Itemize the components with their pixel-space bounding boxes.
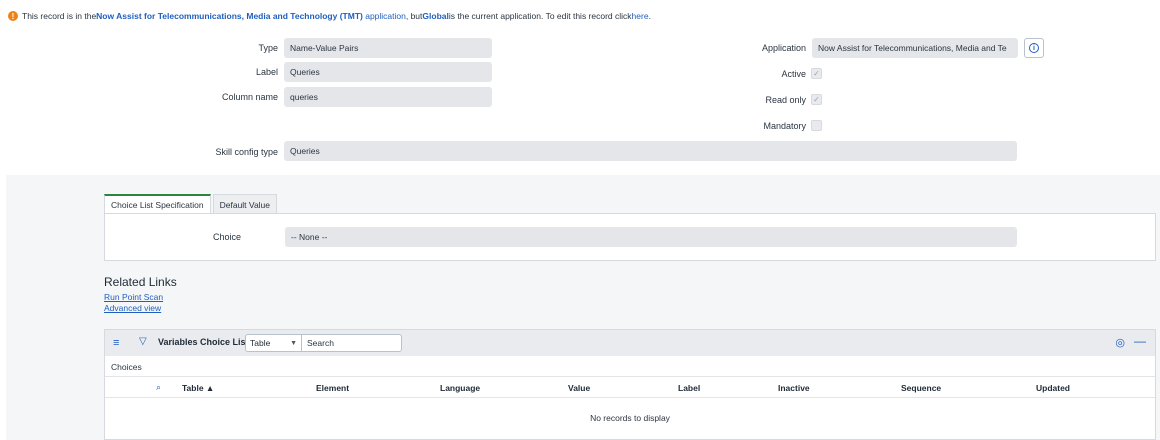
choice-field[interactable]: -- None -- [285, 227, 1017, 247]
read-only-label: Read only [765, 95, 806, 105]
run-point-scan-link[interactable]: Run Point Scan [104, 292, 163, 302]
banner-application-link[interactable]: application [365, 11, 406, 21]
gear-icon[interactable]: ◎ [1115, 336, 1125, 349]
hamburger-menu-icon[interactable]: ≡ [113, 337, 119, 349]
application-field[interactable]: Now Assist for Telecommunications, Media… [812, 38, 1018, 58]
application-label: Application [761, 43, 806, 53]
chevron-down-icon: ▼ [290, 339, 297, 347]
tab-default-value[interactable]: Default Value [212, 194, 278, 214]
column-header-updated[interactable]: Updated [1036, 383, 1070, 393]
column-header-language[interactable]: Language [440, 383, 480, 393]
choices-subheading: Choices [111, 362, 142, 372]
tab-choice-list-specification[interactable]: Choice List Specification [104, 194, 211, 214]
column-header-element[interactable]: Element [316, 383, 349, 393]
search-field-select[interactable]: Table ▼ [245, 334, 302, 352]
column-name-label: Column name [221, 92, 278, 102]
list-header: ≡ ▽ Variables Choice List Table ▼ Search… [105, 330, 1155, 356]
column-header-row: ⌕ Table ▲ Element Language Value Label I… [105, 376, 1155, 398]
mandatory-label: Mandatory [763, 121, 806, 131]
mandatory-checkbox[interactable] [811, 120, 822, 131]
banner-global-link[interactable]: Global [422, 11, 448, 21]
application-info-button[interactable]: i [1024, 38, 1044, 58]
collapse-icon[interactable]: — [1134, 334, 1146, 348]
list-title: Variables Choice List [158, 337, 249, 347]
record-scope-banner: ! This record is in the Now Assist for T… [0, 0, 1160, 32]
tab-panel: Choice -- None -- [104, 213, 1156, 261]
type-field[interactable]: Name-Value Pairs [284, 38, 492, 58]
banner-here-link[interactable]: here [632, 11, 649, 21]
search-icon[interactable]: ⌕ [156, 382, 161, 393]
column-name-field[interactable]: queries [284, 87, 492, 107]
column-header-label[interactable]: Label [678, 383, 700, 393]
column-header-value[interactable]: Value [568, 383, 590, 393]
banner-text-mid: , but [405, 11, 423, 21]
column-header-inactive[interactable]: Inactive [778, 383, 810, 393]
variables-choice-list: ≡ ▽ Variables Choice List Table ▼ Search… [104, 329, 1156, 440]
banner-text-prefix: This record is in the [22, 11, 97, 21]
filter-icon[interactable]: ▽ [139, 336, 147, 347]
active-checkbox[interactable]: ✓ [811, 68, 822, 79]
skill-config-type-label: Skill config type [215, 147, 278, 157]
column-header-sequence[interactable]: Sequence [901, 383, 941, 393]
related-links-title: Related Links [104, 275, 177, 289]
choice-label: Choice [212, 232, 241, 242]
type-label: Type [258, 43, 278, 53]
banner-period: . [648, 11, 651, 21]
empty-list-message: No records to display [590, 413, 670, 423]
column-header-table[interactable]: Table ▲ [182, 383, 214, 393]
banner-text-suffix: is the current application. To edit this… [448, 11, 632, 21]
search-input[interactable]: Search [301, 334, 402, 352]
advanced-view-link[interactable]: Advanced view [104, 303, 161, 313]
section-tabs: Choice List Specification Default Value [104, 194, 279, 214]
skill-config-type-field[interactable]: Queries [284, 141, 1017, 161]
label-label: Label [255, 67, 278, 77]
warning-icon: ! [8, 11, 18, 21]
label-field[interactable]: Queries [284, 62, 492, 82]
search-field-select-value: Table [250, 338, 271, 348]
read-only-checkbox[interactable]: ✓ [811, 94, 822, 105]
banner-app-link[interactable]: Now Assist for Telecommunications, Media… [96, 11, 363, 21]
info-icon: i [1029, 43, 1039, 53]
active-label: Active [781, 69, 806, 79]
